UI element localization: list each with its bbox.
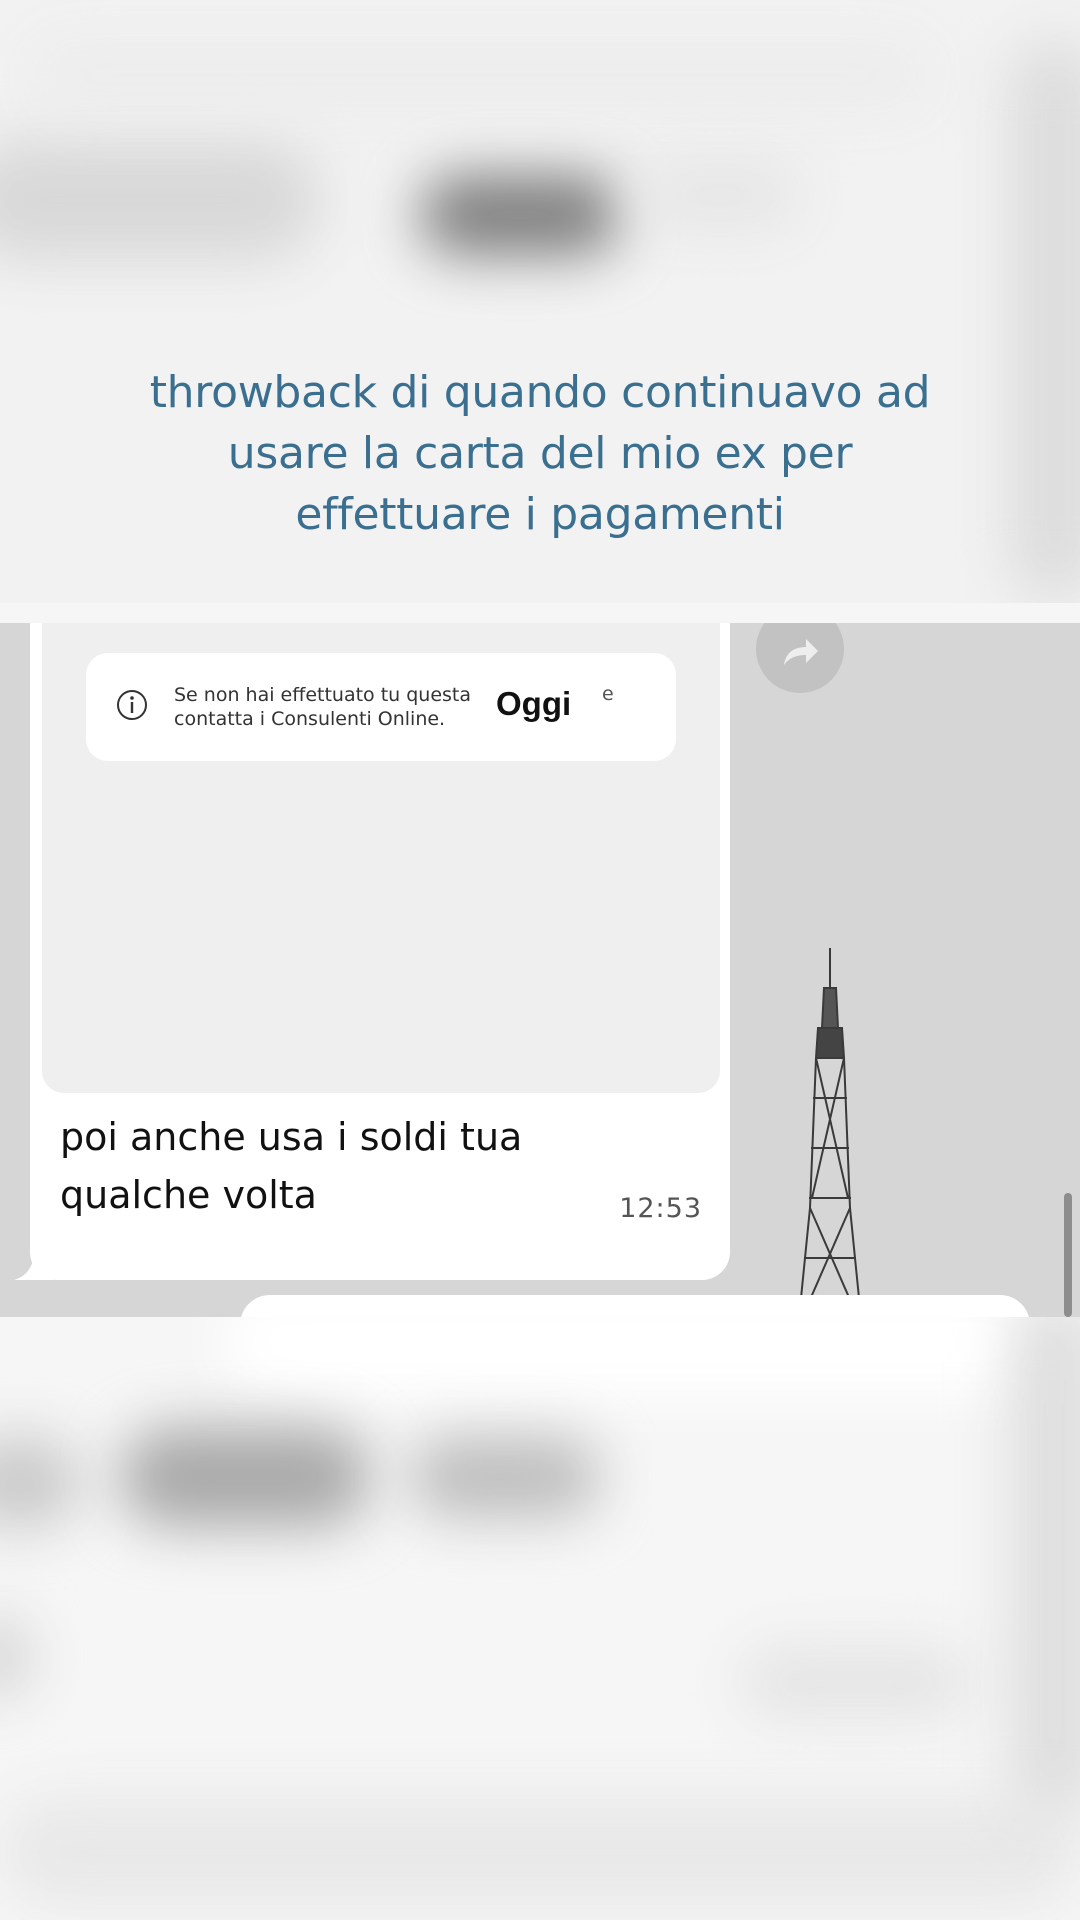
caption-line: usare la carta del mio ex per [227,428,853,479]
forward-icon [784,639,818,665]
blurred-shape [0,1617,30,1697]
attached-screenshot[interactable]: Se non hai effettuato tu questa contatta… [42,623,720,1093]
caption-text: throwback di quando continuavo ad usare … [60,362,1020,545]
blurred-shape [0,140,320,260]
blurred-shape [740,1647,970,1717]
chat-screenshot: Se non hai effettuato tu questa contatta… [0,623,1080,1317]
notice-card: Se non hai effettuato tu questa contatta… [86,653,676,761]
blurred-shape [120,1427,370,1527]
date-chip: Oggi [482,681,586,727]
blurred-shape [410,1437,600,1517]
blurred-shape [0,1797,1080,1907]
forward-button[interactable] [756,623,844,693]
bubble-tail [14,1238,54,1280]
blurred-shape [1010,40,1080,600]
notice-line-end: e [602,683,614,705]
message-bubble[interactable]: Se non hai effettuato tu questa contatta… [30,623,730,1280]
notice-line: Se non hai effettuato tu questa [174,684,472,706]
blurred-shape [0,1437,80,1527]
blurred-shape [30,40,930,110]
scrollbar[interactable] [1064,1193,1072,1317]
caption-line: effettuare i pagamenti [295,489,785,540]
message-text: poi anche usa i soldi tua qualche volta [60,1108,680,1224]
caption-line: throwback di quando continuavo ad [149,367,931,418]
blurred-shape [640,160,800,230]
blurred-shape [1010,1317,1080,1817]
message-timestamp: 12:53 [619,1193,702,1224]
top-blurred-area: throwback di quando continuavo ad usare … [0,0,1080,603]
message-line: poi anche usa i soldi tua [60,1115,523,1159]
blurred-shape [420,175,620,255]
message-line: qualche volta [60,1173,317,1217]
next-message-bubble [240,1295,1030,1317]
bottom-blurred-area [0,1317,1080,1920]
divider-strip [0,603,1080,623]
blurred-shape [220,1317,1060,1397]
info-icon [117,690,147,720]
eiffel-tower-image [798,948,862,1317]
